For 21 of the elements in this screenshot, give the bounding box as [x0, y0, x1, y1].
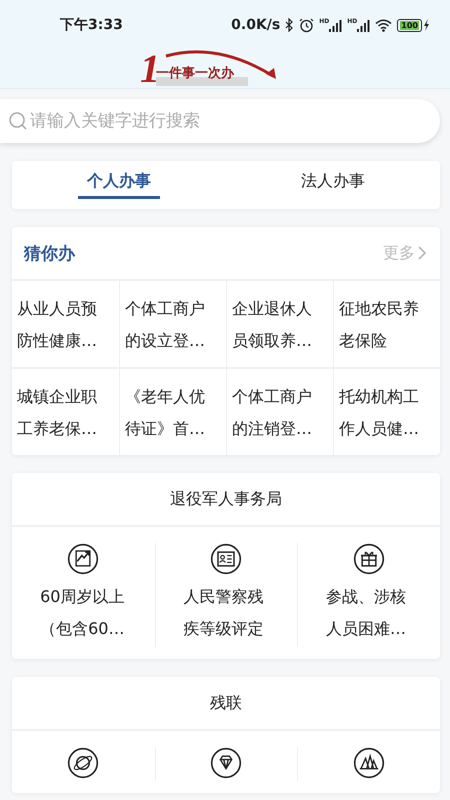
service-item[interactable]: 个体工商户的设立登… — [125, 293, 205, 363]
service-item[interactable]: 个体工商户的注销登… — [232, 381, 312, 451]
service-item[interactable]: 人民警察残疾等级评定 — [183, 581, 270, 645]
section-title: 猜你办 — [24, 242, 75, 264]
service-item[interactable]: 城镇企业职工养老保… — [17, 381, 97, 451]
service-item[interactable]: 参战、涉核人员困难… — [326, 581, 412, 645]
department-title: 退役军人事务局 — [12, 473, 440, 527]
service-item[interactable]: 《老年人优待证》首… — [125, 381, 205, 451]
service-item[interactable]: 征地农民养老保险 — [339, 293, 419, 363]
service-item[interactable]: 60周岁以上（包含60… — [40, 581, 127, 645]
battery-icon: 100 — [397, 18, 422, 32]
app-logo: 1一件事一次办 — [140, 50, 290, 86]
tab[interactable]: 法人办事 — [226, 161, 440, 209]
status-time: 下午3:33 — [60, 16, 123, 34]
department-title: 残联 — [12, 677, 440, 731]
tab[interactable]: 个人办事 — [12, 161, 226, 209]
service-item[interactable]: 企业退休人员领取养… — [232, 293, 312, 363]
service-item[interactable]: 托幼机构工作人员健… — [339, 381, 419, 451]
network-speed: 0.0K/s — [231, 17, 280, 33]
search-field[interactable]: 请输入关键字进行搜索 — [0, 99, 440, 143]
service-item[interactable]: 从业人员预防性健康… — [17, 293, 97, 363]
